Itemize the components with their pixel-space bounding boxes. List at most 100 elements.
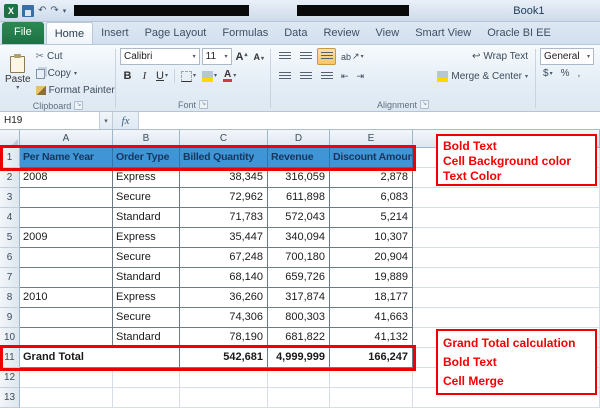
underline-button[interactable]: U ▾ (154, 68, 170, 84)
cell[interactable]: 41,132 (330, 328, 413, 348)
fill-color-button[interactable]: ▾ (200, 68, 219, 84)
row-header-6[interactable]: 6 (0, 248, 20, 268)
bold-button[interactable]: B (120, 68, 135, 84)
cell[interactable]: 20,904 (330, 248, 413, 268)
cell[interactable] (330, 388, 413, 408)
row-header-5[interactable]: 5 (0, 228, 20, 248)
row-header-8[interactable]: 8 (0, 288, 20, 308)
select-all-corner[interactable] (0, 130, 20, 148)
cell[interactable] (20, 388, 113, 408)
cell[interactable]: 611,898 (268, 188, 330, 208)
formula-input[interactable] (139, 112, 600, 129)
cell[interactable] (113, 368, 180, 388)
cell[interactable]: 317,874 (268, 288, 330, 308)
cell[interactable] (330, 368, 413, 388)
accounting-format-button[interactable]: $ ▾ (540, 68, 556, 79)
cell[interactable] (20, 368, 113, 388)
cell[interactable]: 35,447 (180, 228, 268, 248)
cell[interactable]: 2010 (20, 288, 113, 308)
cell[interactable] (413, 228, 600, 248)
cell[interactable] (180, 368, 268, 388)
cell[interactable] (20, 268, 113, 288)
cell[interactable] (413, 308, 600, 328)
copy-button[interactable]: Copy ▾ (36, 66, 115, 81)
cell[interactable]: 74,306 (180, 308, 268, 328)
cell[interactable]: 2009 (20, 228, 113, 248)
row-header-10[interactable]: 10 (0, 328, 20, 348)
cell[interactable]: 166,247 (330, 348, 413, 368)
tab-data[interactable]: Data (276, 22, 315, 44)
name-box[interactable]: H19 (0, 112, 100, 129)
format-painter-button[interactable]: Format Painter (36, 83, 115, 98)
tab-home[interactable]: Home (46, 22, 93, 44)
comma-style-button[interactable]: , (574, 68, 583, 79)
cell[interactable]: 542,681 (180, 348, 268, 368)
insert-function-button[interactable]: fx (113, 112, 139, 129)
borders-button[interactable]: ▾ (179, 68, 198, 84)
cell[interactable]: 67,248 (180, 248, 268, 268)
cell[interactable] (413, 268, 600, 288)
cell[interactable]: 18,177 (330, 288, 413, 308)
row-header-12[interactable]: 12 (0, 368, 20, 388)
shrink-font-button[interactable]: A ▾ (251, 52, 266, 62)
cell[interactable]: Billed Quantity (180, 148, 268, 168)
increase-indent-button[interactable]: ⇥ (354, 71, 368, 82)
cell[interactable]: 659,726 (268, 268, 330, 288)
cell[interactable]: Secure (113, 308, 180, 328)
column-header-c[interactable]: C (180, 130, 268, 148)
cell[interactable]: 316,059 (268, 168, 330, 188)
middle-align-button[interactable] (296, 48, 315, 65)
cell[interactable]: 71,783 (180, 208, 268, 228)
row-header-7[interactable]: 7 (0, 268, 20, 288)
cell[interactable]: 78,190 (180, 328, 268, 348)
decrease-indent-button[interactable]: ⇤ (338, 71, 352, 82)
cell[interactable]: 5,214 (330, 208, 413, 228)
tab-oracle-bi-ee[interactable]: Oracle BI EE (479, 22, 559, 44)
bottom-align-button[interactable] (317, 48, 336, 65)
paste-button[interactable]: Paste ▾ (5, 48, 31, 98)
qat-dropdown-icon[interactable]: ▾ (63, 7, 67, 15)
row-header-4[interactable]: 4 (0, 208, 20, 228)
column-header-b[interactable]: B (113, 130, 180, 148)
cell[interactable]: 4,999,999 (268, 348, 330, 368)
column-header-a[interactable]: A (20, 130, 113, 148)
cell[interactable]: 572,043 (268, 208, 330, 228)
undo-icon[interactable]: ↶ (38, 5, 46, 16)
name-box-dropdown[interactable]: ▾ (100, 112, 113, 129)
font-color-button[interactable]: A ▾ (221, 68, 238, 84)
percent-style-button[interactable]: % (558, 68, 573, 79)
cell[interactable] (20, 188, 113, 208)
cell[interactable]: Standard (113, 208, 180, 228)
cell[interactable]: 2,878 (330, 168, 413, 188)
row-header-11[interactable]: 11 (0, 348, 20, 368)
align-center-button[interactable] (296, 68, 315, 85)
cell[interactable] (413, 248, 600, 268)
cell[interactable]: 38,345 (180, 168, 268, 188)
cell[interactable] (268, 388, 330, 408)
tab-page-layout[interactable]: Page Layout (137, 22, 215, 44)
cell[interactable] (113, 388, 180, 408)
cell[interactable]: 340,094 (268, 228, 330, 248)
cell[interactable]: 68,140 (180, 268, 268, 288)
cell[interactable]: Standard (113, 328, 180, 348)
cell[interactable] (413, 188, 600, 208)
row-header-3[interactable]: 3 (0, 188, 20, 208)
cell[interactable]: 36,260 (180, 288, 268, 308)
column-header-d[interactable]: D (268, 130, 330, 148)
orientation-button[interactable]: ab ↗ ▾ (338, 51, 367, 62)
tab-view[interactable]: View (368, 22, 408, 44)
cell[interactable]: Grand Total (20, 348, 180, 368)
tab-insert[interactable]: Insert (93, 22, 137, 44)
row-header-2[interactable]: 2 (0, 168, 20, 188)
cell[interactable] (20, 208, 113, 228)
clipboard-dialog-launcher[interactable]: ↘ (74, 101, 83, 110)
cell[interactable]: 41,663 (330, 308, 413, 328)
cell[interactable]: 700,180 (268, 248, 330, 268)
cell[interactable]: Per Name Year (20, 148, 113, 168)
italic-button[interactable]: I (137, 68, 152, 84)
save-icon[interactable] (22, 5, 34, 17)
cell[interactable] (413, 208, 600, 228)
cell[interactable]: Express (113, 288, 180, 308)
cell[interactable]: Secure (113, 248, 180, 268)
cell[interactable]: 6,083 (330, 188, 413, 208)
